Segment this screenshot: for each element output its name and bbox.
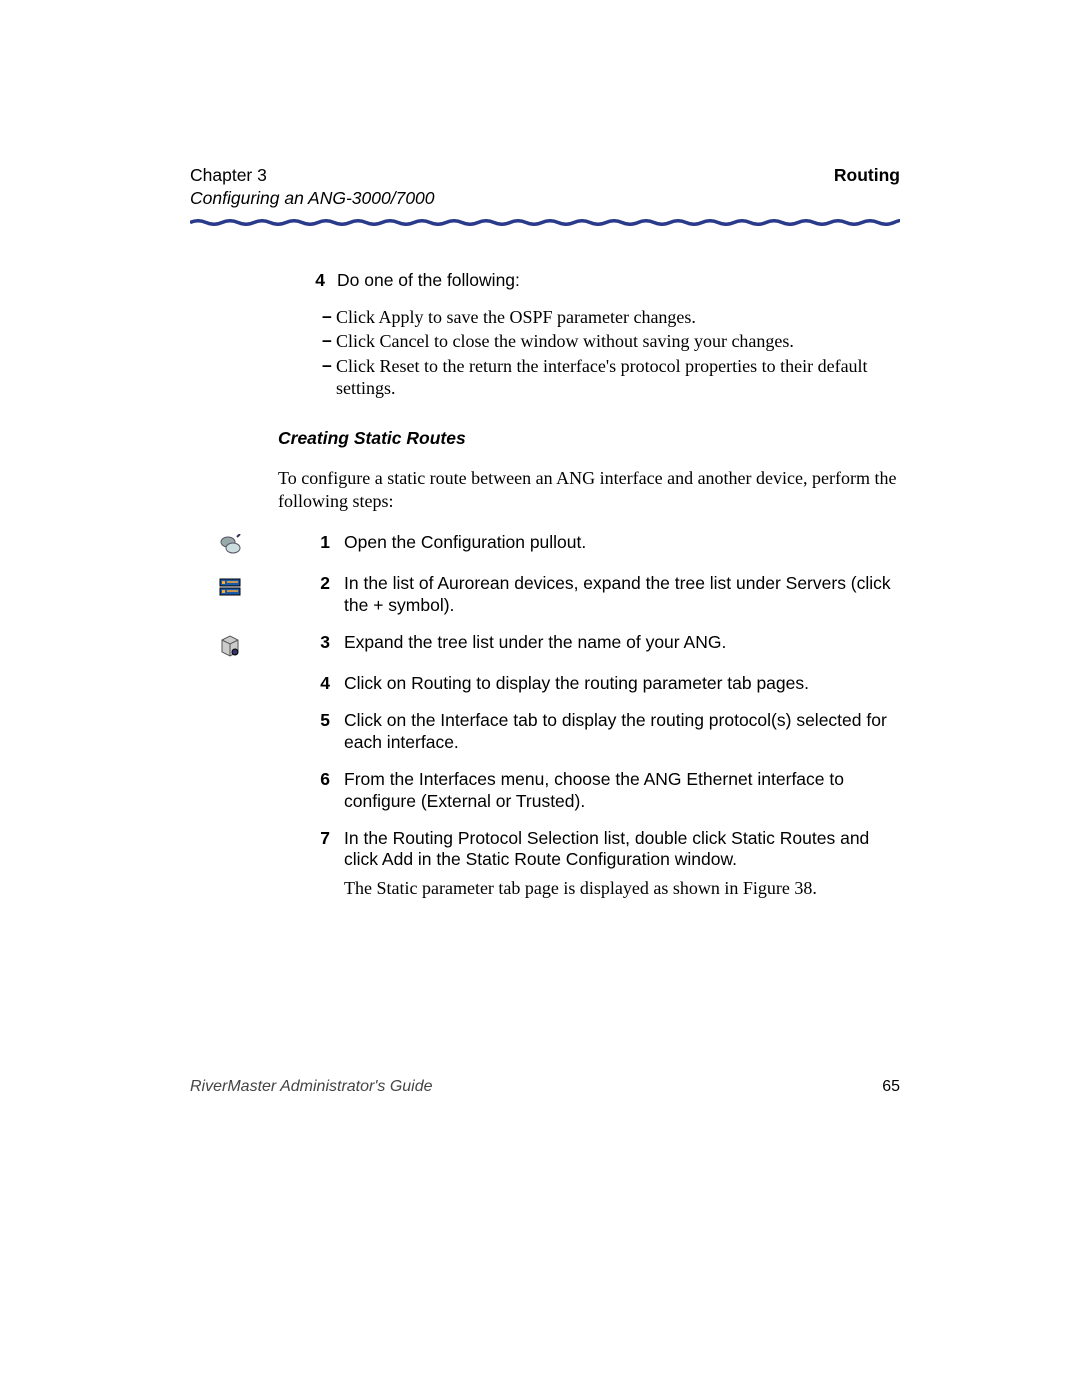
step-num: 7	[280, 828, 330, 850]
step-row: 7 In the Routing Protocol Selection list…	[190, 828, 900, 900]
chapter-subtitle: Configuring an ANG-3000/7000	[190, 188, 435, 210]
bullet-dash: –	[322, 306, 336, 328]
footer-page-number: 65	[882, 1077, 900, 1097]
step-num: 5	[280, 710, 330, 732]
step-row: 2 In the list of Aurorean devices, expan…	[190, 573, 900, 617]
step-text: Click on the Interface tab to display th…	[344, 710, 900, 754]
step-num: 1	[280, 532, 330, 554]
step7-follow: The Static parameter tab page is display…	[344, 877, 900, 900]
bullet-text: Click Cancel to close the window without…	[336, 330, 900, 353]
step-lead-text: Do one of the following:	[337, 270, 900, 292]
step-text: In the list of Aurorean devices, expand …	[344, 573, 900, 617]
bullet-dash: –	[322, 355, 336, 377]
page-footer: RiverMaster Administrator's Guide 65	[190, 1077, 900, 1097]
page-header: Chapter 3 Configuring an ANG-3000/7000 R…	[190, 165, 900, 210]
step-row: 5 Click on the Interface tab to display …	[190, 710, 900, 754]
step-num: 4	[280, 673, 330, 695]
step-row: 3 Expand the tree list under the name of…	[190, 632, 900, 658]
step-num: 2	[280, 573, 330, 595]
numbered-steps: 1 Open the Configuration pullout. 2 In t…	[190, 532, 900, 899]
step-4-block: 4 Do one of the following: – Click Apply…	[300, 270, 900, 400]
bullet-dash: –	[322, 330, 336, 352]
step7-main: In the Routing Protocol Selection list, …	[344, 828, 869, 870]
step-num: 6	[280, 769, 330, 791]
servers-icon	[190, 573, 280, 599]
step-text: Open the Configuration pullout.	[344, 532, 900, 554]
step-num: 3	[280, 632, 330, 654]
bullet-text: Click Reset to the return the interface'…	[336, 355, 900, 400]
step-num: 4	[300, 270, 325, 292]
header-left: Chapter 3 Configuring an ANG-3000/7000	[190, 165, 435, 210]
step-row: 4 Click on Routing to display the routin…	[190, 673, 900, 695]
section-name: Routing	[834, 165, 900, 187]
step-text: In the Routing Protocol Selection list, …	[344, 828, 900, 900]
step-text: Expand the tree list under the name of y…	[344, 632, 900, 654]
chapter-label: Chapter 3	[190, 165, 435, 187]
footer-guide: RiverMaster Administrator's Guide	[190, 1077, 433, 1097]
section-heading: Creating Static Routes	[278, 428, 900, 450]
step-row: 1 Open the Configuration pullout.	[190, 532, 900, 558]
content-column: 4 Do one of the following: – Click Apply…	[300, 270, 900, 400]
step-text: Click on Routing to display the routing …	[344, 673, 900, 695]
step4-bullets: – Click Apply to save the OSPF parameter…	[300, 306, 900, 400]
divider-wave-icon	[190, 219, 900, 226]
section-intro: To configure a static route between an A…	[278, 467, 900, 512]
bullet-text: Click Apply to save the OSPF parameter c…	[336, 306, 900, 329]
page: Chapter 3 Configuring an ANG-3000/7000 R…	[0, 0, 1080, 1397]
step-text: From the Interfaces menu, choose the ANG…	[344, 769, 900, 813]
step-row: 6 From the Interfaces menu, choose the A…	[190, 769, 900, 813]
settings-icon	[190, 532, 280, 558]
device-icon	[190, 632, 280, 658]
